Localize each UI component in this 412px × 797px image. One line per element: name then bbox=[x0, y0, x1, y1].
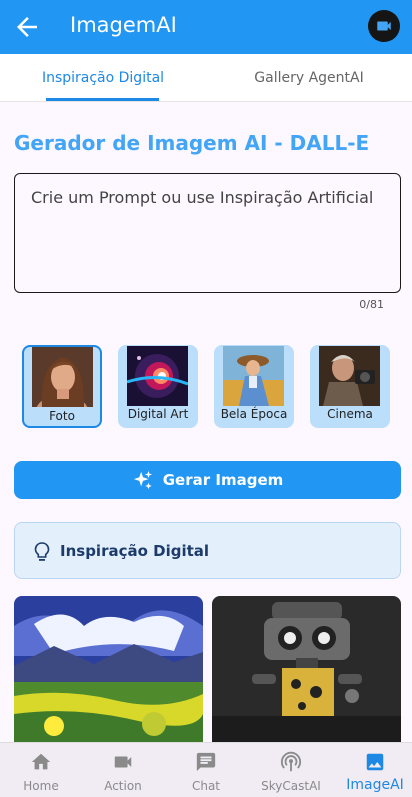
portrait-woman-thumbnail bbox=[32, 347, 93, 407]
chat-icon bbox=[196, 752, 216, 772]
gallery-image-landscape[interactable] bbox=[14, 596, 203, 746]
nav-chat[interactable]: Chat bbox=[165, 743, 247, 797]
tab-gallery-agentai[interactable]: Gallery AgentAI bbox=[206, 54, 412, 102]
tab-bar: Inspiração Digital Gallery AgentAI bbox=[0, 54, 412, 102]
prompt-placeholder: Crie um Prompt ou use Inspiração Artific… bbox=[31, 188, 374, 207]
video-camera-button[interactable] bbox=[368, 10, 400, 42]
nav-skycastai-label: SkyCastAI bbox=[261, 779, 321, 793]
podcast-icon bbox=[280, 751, 302, 772]
app-title: ImagemAI bbox=[70, 13, 177, 37]
inspiration-label: Inspiração Digital bbox=[60, 542, 210, 560]
video-camera-icon bbox=[377, 21, 391, 31]
gallery-image-robot[interactable] bbox=[212, 596, 401, 746]
generate-image-label: Gerar Imagem bbox=[162, 471, 284, 489]
style-card-digital-art[interactable]: Digital Art bbox=[118, 345, 198, 428]
prompt-input[interactable]: Crie um Prompt ou use Inspiração Artific… bbox=[14, 173, 401, 293]
arrow-back-icon bbox=[17, 17, 37, 37]
nav-action-label: Action bbox=[104, 779, 142, 793]
style-label-foto: Foto bbox=[49, 409, 75, 423]
cinema-thumbnail bbox=[319, 346, 380, 406]
nav-chat-label: Chat bbox=[191, 779, 221, 793]
image-icon bbox=[366, 753, 384, 771]
style-label-digital-art: Digital Art bbox=[127, 407, 189, 421]
style-card-cinema[interactable]: Cinema bbox=[310, 345, 390, 428]
generator-title: Gerador de Imagem AI - DALL-E bbox=[14, 131, 370, 155]
generate-image-button[interactable]: Gerar Imagem bbox=[14, 461, 401, 499]
nav-home[interactable]: Home bbox=[0, 743, 82, 797]
nav-imageai-label: ImageAI bbox=[346, 777, 404, 793]
style-card-bela-epoca[interactable]: Bela Época bbox=[214, 345, 294, 428]
style-label-bela-epoca: Bela Época bbox=[220, 407, 288, 421]
sparkle-icon bbox=[133, 470, 152, 490]
app-bar: ImagemAI bbox=[0, 0, 412, 54]
inspiration-toggle[interactable]: Inspiração Digital bbox=[14, 522, 401, 579]
tab-inspiracao-digital[interactable]: Inspiração Digital bbox=[0, 54, 206, 102]
style-label-cinema: Cinema bbox=[327, 407, 373, 421]
digital-art-thumbnail bbox=[127, 346, 188, 406]
nav-imageai[interactable]: ImageAI bbox=[334, 743, 412, 797]
back-button[interactable] bbox=[12, 12, 42, 42]
home-icon bbox=[31, 753, 51, 770]
lightbulb-icon bbox=[34, 542, 50, 561]
tab-indicator bbox=[46, 98, 159, 101]
char-counter: 0/81 bbox=[359, 298, 384, 311]
belle-epoque-thumbnail bbox=[223, 346, 284, 406]
style-card-foto[interactable]: Foto bbox=[22, 345, 102, 428]
nav-action[interactable]: Action bbox=[82, 743, 164, 797]
bottom-navigation: Home Action Chat SkyCastAI ImageAI bbox=[0, 742, 412, 797]
nav-home-label: Home bbox=[23, 779, 59, 793]
style-selector: Foto Digital Art Bela Época Cinema bbox=[22, 345, 392, 430]
nav-skycastai[interactable]: SkyCastAI bbox=[250, 743, 332, 797]
video-icon bbox=[114, 756, 132, 768]
